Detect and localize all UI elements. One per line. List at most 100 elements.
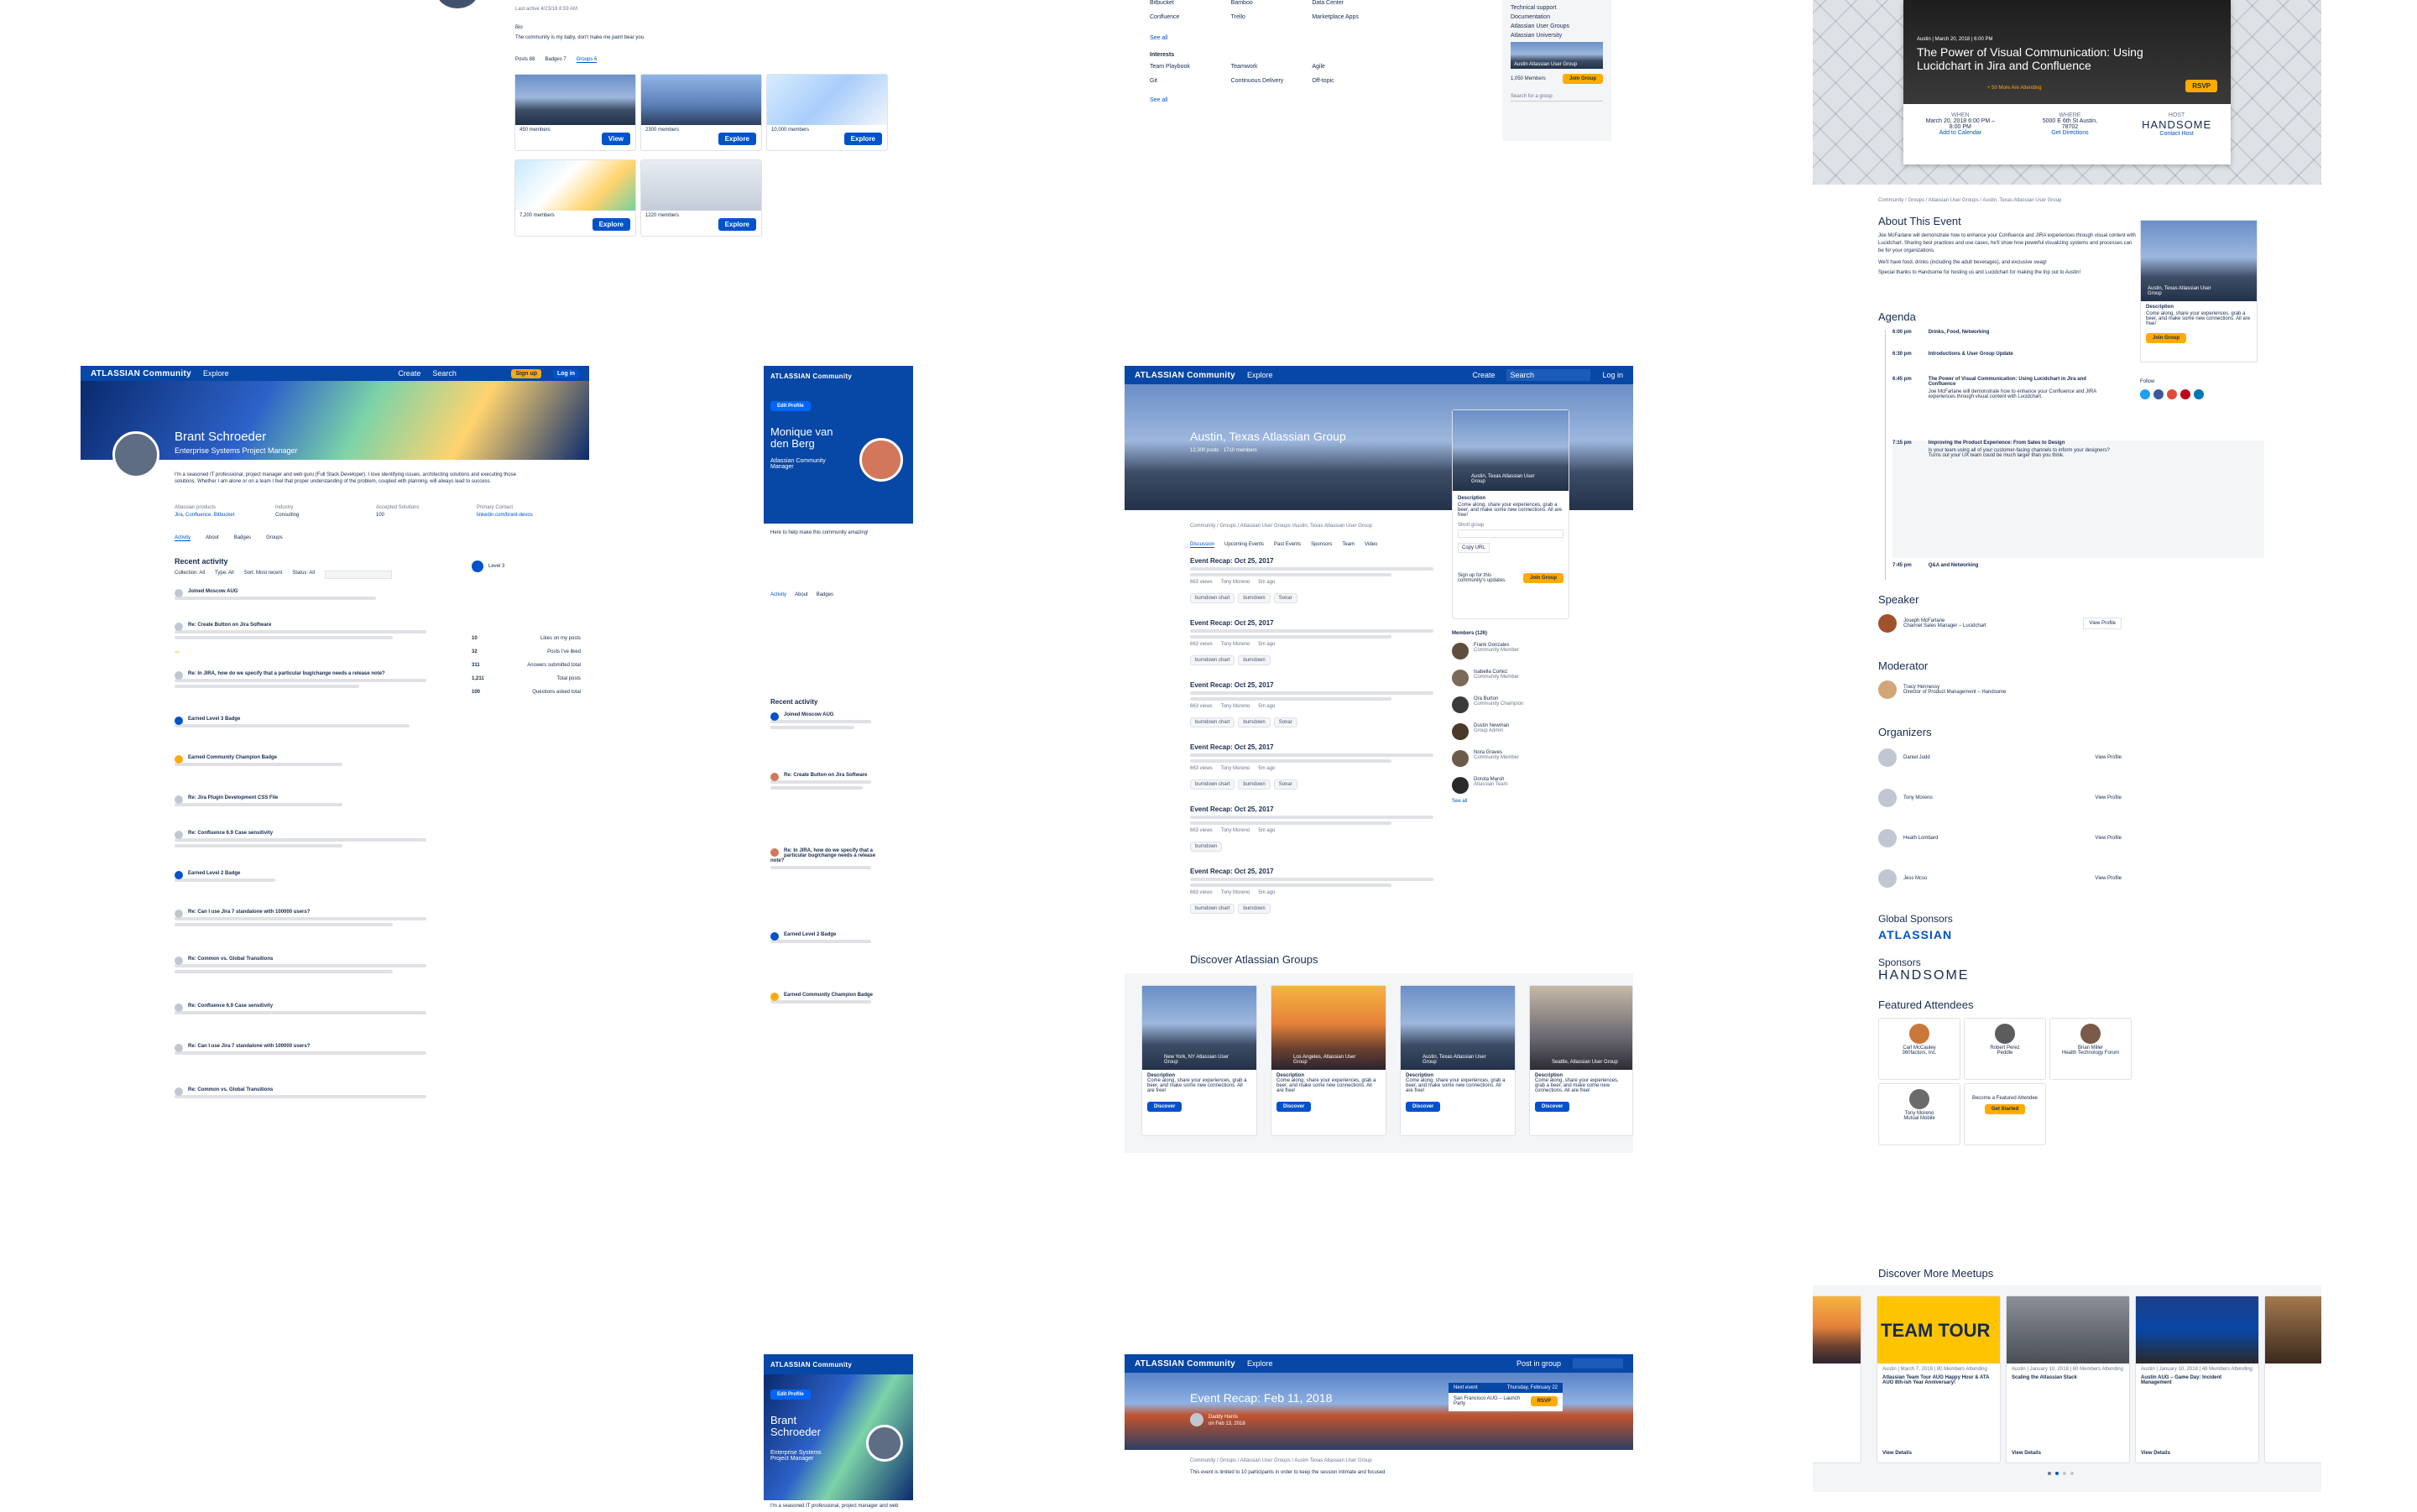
atlassian-logo[interactable]: ATLASSIAN Community xyxy=(770,1361,852,1369)
filter-status[interactable]: Status: All xyxy=(292,571,315,579)
interest-git[interactable]: Git xyxy=(1150,78,1231,84)
member-row[interactable]: Dustin Newman Group Admin xyxy=(1452,723,1569,750)
tab-about[interactable]: About xyxy=(206,535,219,541)
twitter-icon[interactable] xyxy=(2140,389,2150,399)
attendee-card[interactable]: Tony Moreno Mutual Mobile xyxy=(1878,1083,1960,1145)
interest-teamwork[interactable]: Teamwork xyxy=(1231,64,1313,70)
interest-agile[interactable]: Agile xyxy=(1312,64,1393,70)
activity-item[interactable]: Re: Can I use Jira 7 standalone with 100… xyxy=(175,910,452,957)
post-in-group[interactable]: Post in group xyxy=(1516,1359,1561,1368)
post-item[interactable]: Event Recap: Oct 25, 2017 663 views Tony M… xyxy=(1190,681,1433,743)
post-item[interactable]: Event Recap: Oct 25, 2017 663 views Tony M… xyxy=(1190,806,1433,868)
post-tag[interactable]: burndown xyxy=(1238,593,1271,603)
breadcrumb[interactable]: Community / Groups / Atlassian User Grou… xyxy=(1125,1450,1633,1463)
atlassian-logo[interactable]: ATLASSIAN Community xyxy=(91,369,191,378)
become-attendee-card[interactable]: Become a Featured Attendee Get Started xyxy=(1964,1083,2046,1145)
post-tag[interactable]: burndown chart xyxy=(1190,655,1235,665)
post-item[interactable]: Event Recap: Oct 25, 2017 663 views Tony M… xyxy=(1190,868,1433,930)
post-tag[interactable]: burndown chart xyxy=(1190,904,1235,914)
activity-item[interactable]: Re: Jira Plugin Development CSS File xyxy=(175,795,452,831)
post-tag[interactable]: burndown xyxy=(1238,717,1271,727)
nav-explore[interactable]: Explore xyxy=(1247,371,1273,379)
tab-video[interactable]: Video xyxy=(1365,542,1377,548)
filter-search-input[interactable] xyxy=(325,571,393,579)
nav-login[interactable]: Log in xyxy=(1602,371,1623,379)
member-row[interactable]: Frank Gonzales Community Member xyxy=(1452,643,1569,670)
side-link[interactable]: Atlassian User Groups xyxy=(1511,23,1603,29)
tab-badges[interactable]: Badges xyxy=(234,535,251,541)
view-details-link[interactable]: View Details xyxy=(2012,1451,2041,1456)
tab-posts[interactable]: Posts 88 xyxy=(515,57,535,63)
activity-item[interactable]: Earned Level 3 Badge xyxy=(175,717,452,755)
post-tag[interactable]: Sonar xyxy=(1273,779,1297,790)
view-details-link[interactable]: View Details xyxy=(2141,1451,2170,1456)
nav-search[interactable]: Search xyxy=(432,369,499,378)
post-tag[interactable]: burndown xyxy=(1190,842,1223,852)
discover-card[interactable]: Los Angeles, Atlassian User Group Descrip… xyxy=(1271,985,1386,1136)
meetup-card[interactable]: Austin | January 10, 2018 | 60 Members A… xyxy=(2006,1296,2130,1463)
atlassian-logo[interactable]: ATLASSIAN Community xyxy=(1135,371,1235,380)
join-group-button[interactable]: Join Group xyxy=(1523,573,1563,583)
post-item[interactable]: Event Recap: Oct 25, 2017 663 views Tony M… xyxy=(1190,743,1433,806)
attending-count[interactable]: + 50 More Are Attending xyxy=(1987,86,2042,91)
tab-badges[interactable]: Badges xyxy=(817,592,833,597)
activity-item[interactable]: Re: Common vs. Global Transitions xyxy=(175,957,452,1004)
discover-button[interactable]: Discover xyxy=(1276,1102,1312,1112)
activity-item[interactable]: Re: In JIRA, how do we specify that a pa… xyxy=(175,671,452,717)
nav-create[interactable]: Create xyxy=(398,369,420,378)
see-all-link[interactable]: See all xyxy=(1150,35,1167,41)
meetup-card[interactable] xyxy=(1813,1296,1861,1463)
activity-item[interactable]: Re: Create Button on Jira Software xyxy=(175,623,452,671)
activity-item[interactable]: Re: Can I use Jira 7 standalone with 100… xyxy=(175,1044,452,1087)
meetup-card[interactable]: Austin | January 10, 2018 | 48 Members A… xyxy=(2135,1296,2259,1463)
member-row[interactable]: Nora Graves Community Member xyxy=(1452,750,1569,777)
products-value[interactable]: Jira, Confluence, Bitbucket xyxy=(175,513,275,518)
group-card[interactable]: 1220 members Explore xyxy=(640,159,762,237)
tab-badges[interactable]: Badges 7 xyxy=(545,57,566,63)
tab-groups[interactable]: Groups xyxy=(266,535,283,541)
facebook-icon[interactable] xyxy=(2153,389,2164,399)
view-profile-button[interactable]: View Profile xyxy=(2095,876,2122,881)
activity-item[interactable]: Re: In JIRA, how do we specify that a pa… xyxy=(770,848,906,932)
meetup-card[interactable] xyxy=(2264,1296,2321,1463)
post-tag[interactable]: burndown chart xyxy=(1190,779,1235,790)
pinterest-icon[interactable] xyxy=(2180,389,2190,399)
activity-item[interactable]: Earned Level 2 Badge xyxy=(770,932,906,993)
event-group-card[interactable]: Austin, Texas Atlassian User Group Descr… xyxy=(2140,220,2258,362)
post-author[interactable]: Tony Moreno xyxy=(1221,642,1250,647)
signup-button[interactable]: Sign up xyxy=(511,368,541,378)
attendee-card[interactable]: Carl McCauley 360factors, Inc. xyxy=(1878,1018,1960,1080)
activity-item[interactable]: Joined Moscow AUG xyxy=(770,712,906,773)
view-profile-button[interactable]: View Profile xyxy=(2095,795,2122,800)
view-profile-button[interactable]: View Profile xyxy=(2095,755,2122,760)
group-card[interactable]: 10,000 members Explore xyxy=(766,74,888,151)
see-all-link[interactable]: See all xyxy=(1150,97,1167,103)
tab-discussion[interactable]: Discussion xyxy=(1190,542,1215,548)
product-bitbucket[interactable]: Bitbucket xyxy=(1150,0,1231,6)
filter-type[interactable]: Type: All xyxy=(215,571,234,579)
nav-create[interactable]: Create xyxy=(1472,371,1495,379)
attendee-card[interactable]: Robert Perez Peddle xyxy=(1964,1018,2046,1080)
edit-profile-button[interactable]: Edit Profile xyxy=(770,401,811,411)
breadcrumb[interactable]: Community / Groups / Atlassian User Grou… xyxy=(1190,524,1372,529)
recap-author[interactable]: Daddy Harris xyxy=(1208,1415,1238,1420)
post-author[interactable]: Tony Moreno xyxy=(1221,828,1250,833)
breadcrumb[interactable]: Community / Groups / Atlassian User Grou… xyxy=(1878,198,2264,203)
directions-link[interactable]: Get Directions xyxy=(2036,130,2103,136)
activity-item[interactable]: Re: Create Button on Jira Software xyxy=(770,773,906,848)
post-tag[interactable]: burndown xyxy=(1238,904,1271,914)
side-link[interactable]: Documentation xyxy=(1511,14,1603,20)
tab-past[interactable]: Past Events xyxy=(1274,542,1301,548)
explore-button[interactable]: Explore xyxy=(592,218,630,231)
product-trello[interactable]: Trello xyxy=(1231,14,1313,20)
group-card[interactable]: 450 members View xyxy=(514,74,636,151)
activity-item[interactable]: Re: Confluence 6.9 Case sensitivity xyxy=(175,831,452,871)
post-tag[interactable]: Sonar xyxy=(1273,717,1297,727)
product-confluence[interactable]: Confluence xyxy=(1150,14,1231,20)
edit-profile-button[interactable]: Edit Profile xyxy=(770,1389,811,1400)
post-author[interactable]: Tony Moreno xyxy=(1221,766,1250,771)
group-card[interactable]: 2300 members Explore xyxy=(640,74,762,151)
discover-card[interactable]: New York, NY Atlassian User Group Descrip… xyxy=(1141,985,1257,1136)
see-all-members[interactable]: See all xyxy=(1452,799,1569,804)
post-tag[interactable]: Sonar xyxy=(1273,593,1297,603)
